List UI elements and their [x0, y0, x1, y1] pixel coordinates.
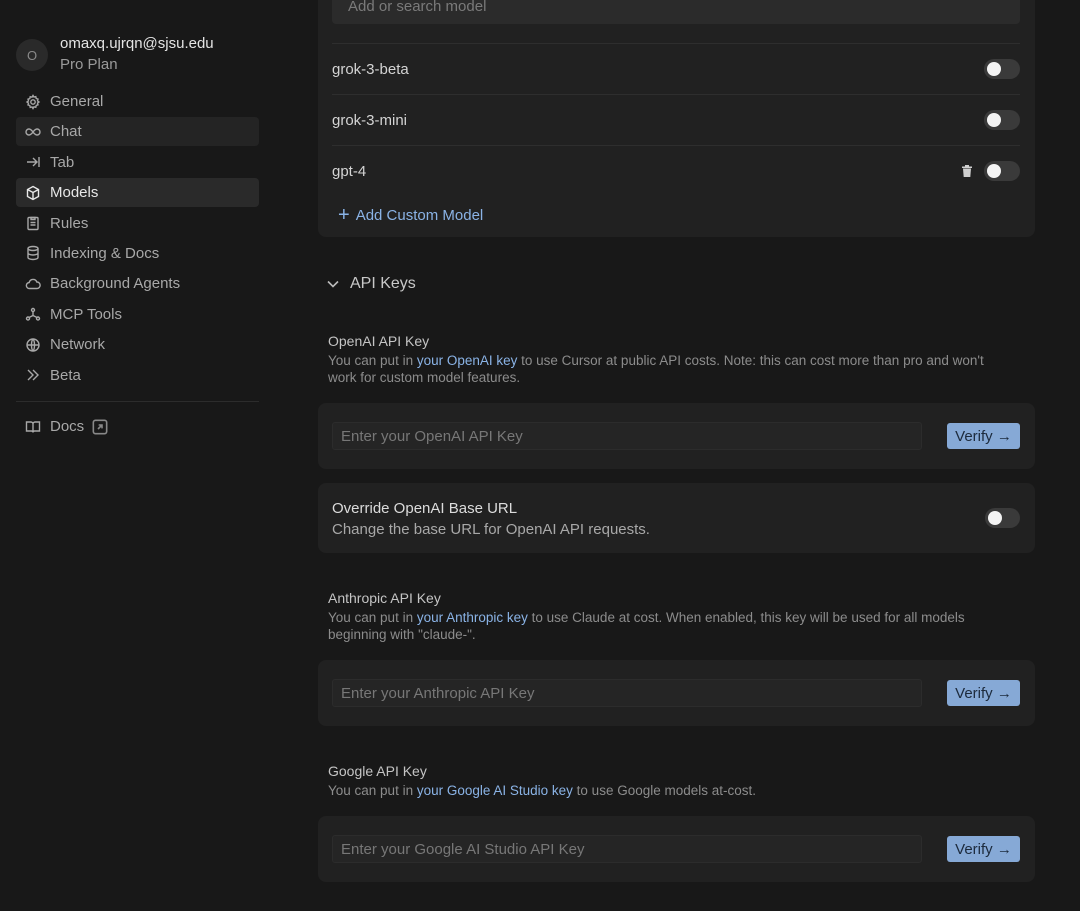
sidebar-item-background-agents[interactable]: Background Agents — [16, 269, 259, 298]
network-nodes-icon — [24, 305, 42, 323]
model-toggle[interactable] — [984, 59, 1020, 79]
external-link-icon — [92, 419, 108, 434]
settings-sidebar: O omaxq.ujrqn@sjsu.edu Pro Plan General … — [0, 0, 275, 911]
sidebar-item-rules[interactable]: Rules — [16, 209, 259, 238]
plus-icon: + — [338, 204, 350, 226]
sidebar-item-label: General — [50, 93, 104, 110]
openai-verify-button[interactable]: Verify → — [947, 423, 1020, 449]
sidebar-item-label: Docs — [50, 418, 85, 435]
api-keys-section-toggle[interactable]: API Keys — [326, 275, 416, 293]
sidebar-item-label: Chat — [50, 123, 82, 141]
openai-key-description: You can put in your OpenAI key to use Cu… — [328, 353, 984, 385]
sidebar-item-label: Indexing & Docs — [50, 244, 160, 262]
globe-icon — [24, 336, 42, 354]
openai-key-input[interactable] — [332, 422, 922, 450]
chevron-down-icon — [327, 280, 339, 288]
trash-icon[interactable] — [960, 164, 974, 178]
google-key-description: You can put in your Google AI Studio key… — [328, 783, 757, 798]
add-custom-model-label: Add Custom Model — [355, 206, 484, 224]
sidebar-item-label: Background Agents — [50, 275, 181, 293]
sidebar-divider — [16, 401, 259, 402]
avatar: O — [16, 39, 48, 71]
override-subtitle: Change the base URL for OpenAI API reque… — [332, 521, 650, 538]
google-key-label: Google API Key — [328, 763, 427, 779]
account-plan: Pro Plan — [60, 56, 118, 73]
model-name: grok-3-mini — [332, 111, 408, 129]
model-toggle[interactable] — [984, 110, 1020, 130]
model-name: gpt-4 — [332, 162, 367, 180]
sidebar-item-indexing-docs[interactable]: Indexing & Docs — [16, 239, 259, 268]
models-card: grok-3-beta grok-3-mini gpt-4 + Add Cust… — [318, 0, 1035, 237]
clipboard-icon — [24, 214, 42, 232]
model-row: grok-3-mini — [332, 94, 1020, 145]
anthropic-verify-button[interactable]: Verify → — [947, 680, 1020, 706]
sidebar-item-mcp-tools[interactable]: MCP Tools — [16, 300, 259, 329]
gear-icon — [24, 93, 42, 111]
section-title: API Keys — [350, 275, 416, 292]
account-info: O omaxq.ujrqn@sjsu.edu Pro Plan — [16, 34, 214, 76]
cloud-icon — [24, 275, 42, 293]
sidebar-item-chat[interactable]: Chat — [16, 117, 259, 147]
sidebar-item-label: MCP Tools — [50, 305, 122, 323]
model-search-input[interactable] — [332, 0, 1020, 24]
anthropic-key-description: You can put in your Anthropic key to use… — [328, 610, 965, 642]
arrow-tab-icon — [24, 153, 42, 171]
openai-key-label: OpenAI API Key — [328, 333, 430, 349]
sidebar-item-label: Models — [50, 184, 99, 202]
google-key-input[interactable] — [332, 835, 922, 863]
google-key-link[interactable]: your Google AI Studio key — [417, 783, 573, 798]
sidebar-item-general[interactable]: General — [16, 87, 259, 116]
openai-key-card: Verify → — [318, 403, 1035, 469]
sidebar-item-label: Beta — [50, 366, 81, 384]
sidebar-item-label: Network — [50, 336, 106, 354]
sidebar-item-docs[interactable]: Docs — [16, 412, 259, 441]
google-verify-button[interactable]: Verify → — [947, 836, 1020, 862]
override-base-url-card: Override OpenAI Base URL Change the base… — [318, 483, 1035, 553]
override-title: Override OpenAI Base URL — [332, 500, 518, 517]
sidebar-item-tab[interactable]: Tab — [16, 148, 259, 177]
add-custom-model-button[interactable]: + Add Custom Model — [338, 204, 484, 226]
anthropic-key-card: Verify → — [318, 660, 1035, 726]
sidebar-item-beta[interactable]: Beta — [16, 361, 259, 390]
sidebar-item-network[interactable]: Network — [16, 330, 259, 359]
book-icon — [24, 418, 42, 436]
openai-key-link[interactable]: your OpenAI key — [417, 353, 518, 368]
anthropic-key-input[interactable] — [332, 679, 922, 707]
double-chevron-icon — [24, 366, 42, 384]
google-key-card: Verify → — [318, 816, 1035, 882]
settings-nav: General Chat Tab Models Rules Indexing &… — [16, 87, 259, 391]
cube-icon — [24, 184, 42, 202]
model-toggle[interactable] — [984, 161, 1020, 181]
sidebar-item-label: Rules — [50, 214, 89, 232]
model-name: grok-3-beta — [332, 60, 409, 78]
sidebar-item-label: Tab — [50, 153, 75, 171]
sidebar-item-models[interactable]: Models — [16, 178, 259, 208]
infinity-icon — [24, 123, 42, 141]
override-base-url-toggle[interactable] — [985, 508, 1020, 528]
anthropic-key-link[interactable]: your Anthropic key — [417, 610, 528, 625]
account-email: omaxq.ujrqn@sjsu.edu — [60, 35, 214, 52]
anthropic-key-label: Anthropic API Key — [328, 590, 441, 606]
database-icon — [24, 244, 42, 262]
model-row: grok-3-beta — [332, 43, 1020, 94]
model-row: gpt-4 — [332, 145, 1020, 196]
